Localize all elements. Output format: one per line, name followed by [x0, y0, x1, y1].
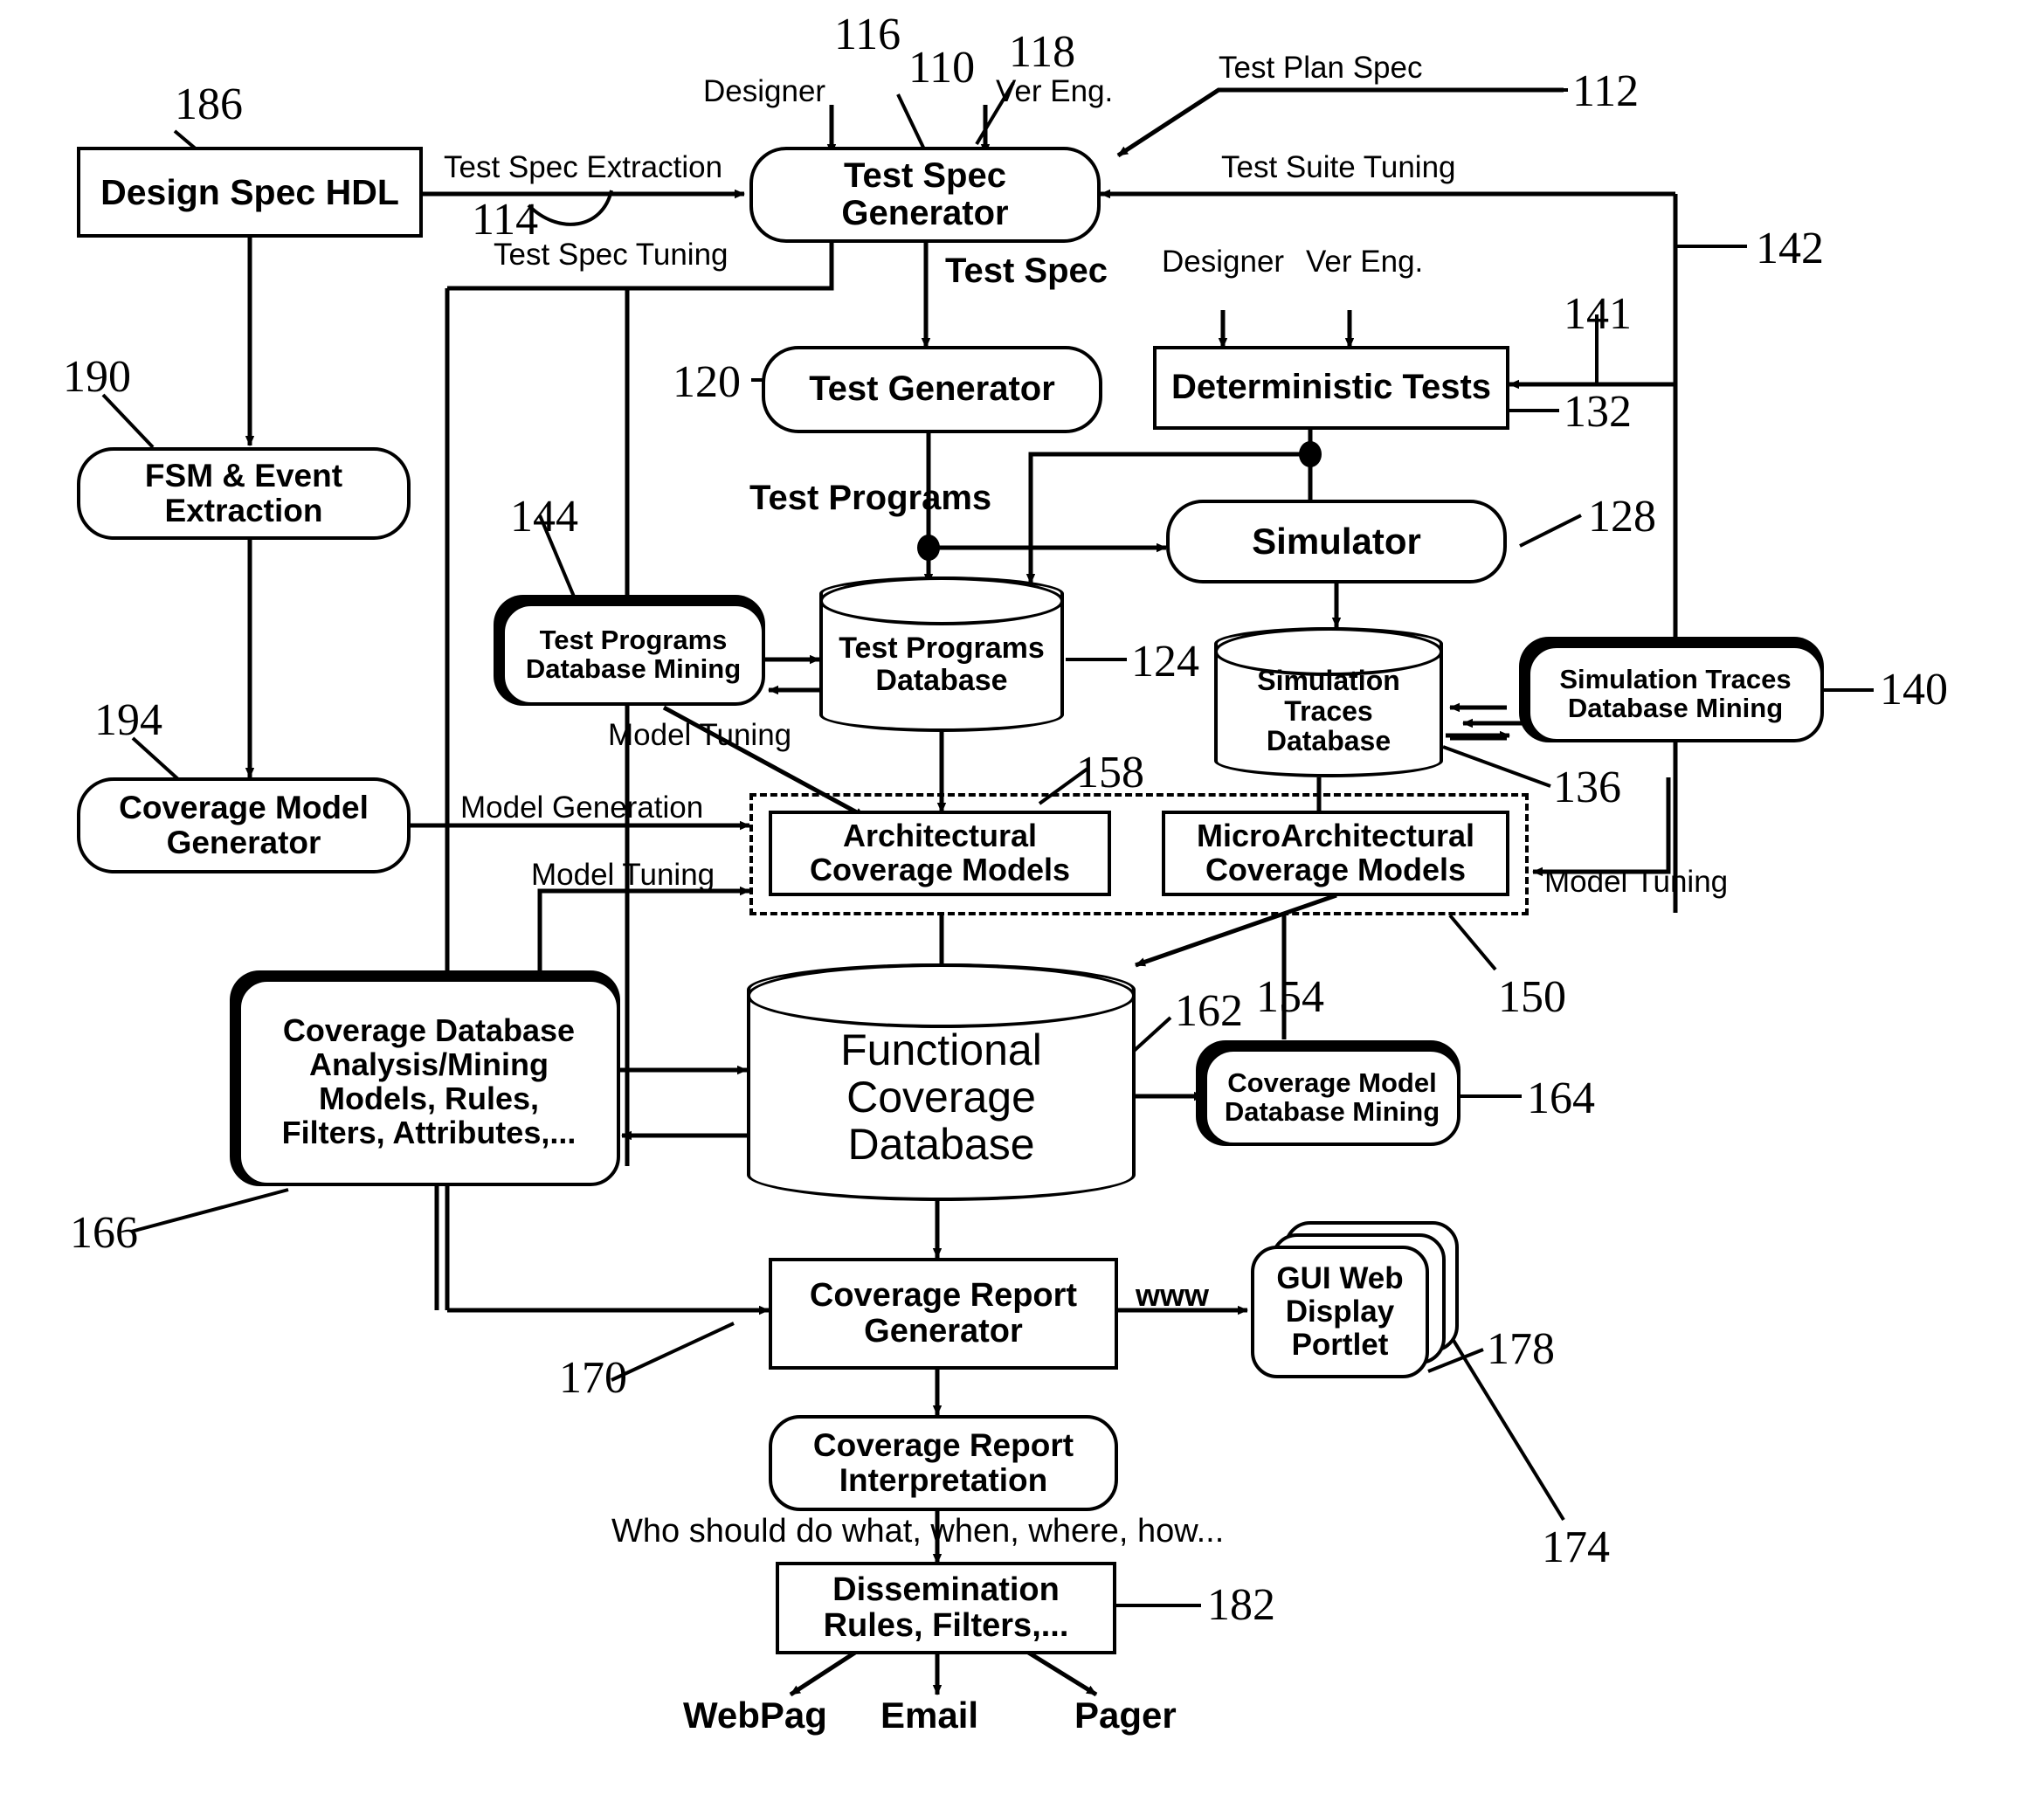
ref-110: 110: [908, 43, 976, 93]
node-dissemination[interactable]: Dissemination Rules, Filters,...: [776, 1562, 1116, 1654]
edge-label-test-spec-extraction: Test Spec Extraction: [444, 150, 723, 184]
edge-label-model-tuning-test-programs: Model Tuning: [608, 718, 792, 752]
node-label: GUI Web Display Portlet: [1276, 1261, 1404, 1362]
ref-120: 120: [673, 357, 741, 407]
node-label: Test Programs Database Mining: [525, 624, 742, 684]
ref-182: 182: [1207, 1580, 1275, 1630]
ref-136: 136: [1553, 763, 1621, 812]
diagram-canvas: Design Spec HDL FSM & Event Extraction C…: [0, 0, 2044, 1795]
node-label: Test Programs Database: [839, 632, 1045, 697]
output-label-webpag: WebPag: [683, 1695, 827, 1736]
output-label-pager: Pager: [1074, 1695, 1177, 1736]
ref-141: 141: [1564, 289, 1632, 339]
node-coverage-report-generator[interactable]: Coverage Report Generator: [769, 1258, 1118, 1370]
ref-174: 174: [1542, 1522, 1610, 1572]
ref-194: 194: [94, 695, 162, 745]
edge-label-model-tuning-left: Model Tuning: [531, 858, 715, 892]
node-label: Coverage Report Generator: [809, 1276, 1078, 1350]
edge-label-designer-2: Designer: [1162, 245, 1285, 279]
node-label: Simulation Traces Database Mining: [1559, 663, 1792, 723]
node-microarchitectural-coverage-models[interactable]: MicroArchitectural Coverage Models: [1162, 811, 1509, 896]
node-label: Simulator: [1252, 521, 1421, 563]
node-label: Design Spec HDL: [100, 171, 399, 212]
edge-label-test-programs: Test Programs: [749, 479, 992, 517]
edge-label-www: www: [1136, 1277, 1210, 1313]
node-architectural-coverage-models[interactable]: Architectural Coverage Models: [769, 811, 1111, 896]
ref-142: 142: [1756, 224, 1824, 273]
ref-170: 170: [559, 1353, 627, 1403]
node-coverage-model-database-mining[interactable]: Coverage Model Database Mining: [1204, 1048, 1460, 1146]
edge-label-test-spec: Test Spec: [945, 252, 1108, 290]
ref-158: 158: [1076, 748, 1144, 797]
ref-164: 164: [1527, 1074, 1595, 1123]
node-label: Architectural Coverage Models: [809, 818, 1071, 887]
node-design-spec-hdl[interactable]: Design Spec HDL: [77, 147, 423, 238]
node-test-programs-database-mining[interactable]: Test Programs Database Mining: [501, 603, 765, 706]
ref-128: 128: [1588, 492, 1656, 542]
node-label: Coverage Report Interpretation: [812, 1427, 1074, 1498]
ref-190: 190: [63, 352, 131, 402]
node-functional-coverage-database[interactable]: Functional Coverage Database: [747, 963, 1136, 1201]
node-label: MicroArchitectural Coverage Models: [1196, 818, 1475, 887]
ref-116: 116: [834, 10, 901, 59]
edge-label-designer-1: Designer: [703, 74, 826, 108]
ref-144: 144: [510, 492, 578, 542]
node-label: Coverage Database Analysis/Mining Models…: [281, 1012, 577, 1150]
ref-124: 124: [1131, 637, 1199, 687]
node-label: Coverage Model Database Mining: [1224, 1067, 1440, 1127]
node-test-spec-generator[interactable]: Test Spec Generator: [749, 147, 1101, 243]
ref-166: 166: [70, 1208, 138, 1258]
ref-150: 150: [1498, 972, 1566, 1022]
ref-140: 140: [1880, 665, 1948, 715]
node-coverage-report-interpretation[interactable]: Coverage Report Interpretation: [769, 1415, 1118, 1511]
node-label: FSM & Event Extraction: [144, 458, 343, 528]
edge-label-model-tuning-right: Model Tuning: [1544, 865, 1729, 899]
ref-112: 112: [1572, 66, 1640, 116]
ref-114: 114: [472, 195, 539, 245]
edge-label-ver-eng-2: Ver Eng.: [1306, 245, 1424, 279]
edge-label-model-generation: Model Generation: [460, 790, 704, 825]
node-test-programs-database[interactable]: Test Programs Database: [819, 576, 1064, 732]
edge-label-who-should-do-what: Who should do what, when, where, how...: [611, 1513, 1225, 1550]
node-label: Coverage Model Generator: [119, 790, 369, 860]
ref-186: 186: [175, 79, 243, 129]
ref-132: 132: [1564, 387, 1632, 437]
ref-178: 178: [1487, 1324, 1555, 1374]
node-simulation-traces-database-mining[interactable]: Simulation Traces Database Mining: [1527, 645, 1824, 742]
node-simulation-traces-database[interactable]: Simulation Traces Database: [1214, 627, 1443, 777]
edge-label-test-suite-tuning: Test Suite Tuning: [1221, 150, 1456, 184]
output-label-email: Email: [880, 1695, 979, 1736]
node-coverage-database-analysis-mining[interactable]: Coverage Database Analysis/Mining Models…: [238, 978, 620, 1186]
node-fsm-event-extraction[interactable]: FSM & Event Extraction: [77, 447, 411, 540]
node-label: Test Generator: [809, 369, 1055, 409]
node-label: Simulation Traces Database: [1257, 665, 1400, 757]
edge-label-test-plan-spec: Test Plan Spec: [1219, 51, 1423, 85]
node-test-generator[interactable]: Test Generator: [762, 346, 1102, 433]
node-label: Dissemination Rules, Filters,...: [823, 1571, 1069, 1644]
node-deterministic-tests[interactable]: Deterministic Tests: [1153, 346, 1509, 430]
ref-162: 162: [1175, 986, 1243, 1036]
ref-118: 118: [1009, 27, 1076, 77]
node-label: Functional Coverage Database: [840, 1025, 1042, 1169]
ref-154: 154: [1256, 972, 1324, 1022]
node-coverage-model-generator[interactable]: Coverage Model Generator: [77, 777, 411, 873]
edge-label-ver-eng-1: Ver Eng.: [996, 74, 1114, 108]
node-label: Deterministic Tests: [1170, 368, 1492, 407]
node-label: Test Spec Generator: [841, 155, 1009, 232]
node-simulator[interactable]: Simulator: [1166, 500, 1507, 583]
node-gui-web-display-portlet[interactable]: GUI Web Display Portlet: [1251, 1246, 1429, 1378]
